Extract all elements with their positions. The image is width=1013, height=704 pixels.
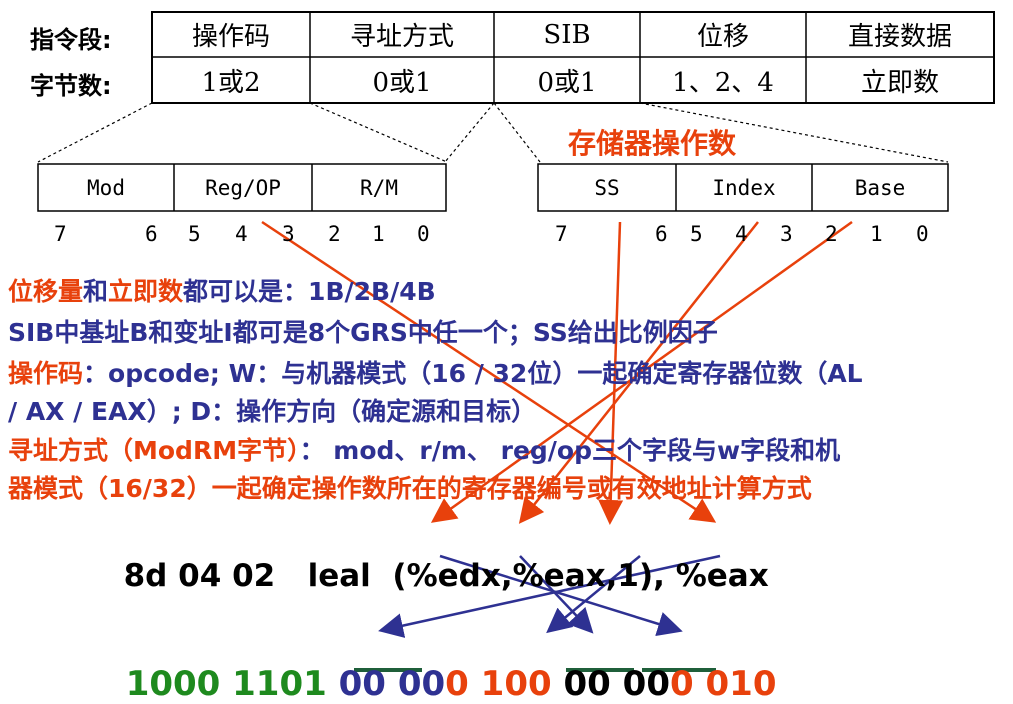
modrm-bit: 2 [328, 222, 341, 246]
bytes-immediate: 立即数 [860, 67, 939, 98]
modrm-bit: 0 [417, 222, 430, 246]
note-sizes: 都可以是：1B/2B/4B [183, 277, 436, 306]
note-modrm: 寻址方式（ModRM字节） [8, 436, 300, 465]
note-immediate: 立即数 [108, 277, 184, 306]
modrm-rm: R/M [360, 175, 398, 200]
note-opcode: 操作码 [8, 359, 84, 388]
binary-reg-high: 00 [397, 664, 446, 704]
binary-ss: 00 [563, 664, 611, 704]
sib-bit: 4 [735, 222, 748, 246]
sib-ss: SS [594, 175, 620, 200]
sib-bit: 3 [780, 222, 793, 246]
bytes-sib: 0或1 [537, 67, 597, 98]
note-line-1: 位移量和立即数都可以是：1B/2B/4B [8, 272, 436, 308]
sib-bit: 5 [690, 222, 703, 246]
note-line-2: SIB中基址B和变址I都可是8个GRS中任一个；SS给出比例因子 [8, 318, 718, 347]
binary-mod: 00 [338, 664, 386, 704]
sib-bit: 6 [655, 222, 668, 246]
binary-reg-low: 0 [445, 664, 469, 704]
field-sib: SIB [543, 19, 591, 50]
sib-bit: 2 [825, 222, 838, 246]
note-modrm-desc: ： mod、r/m、 reg/op三个字段与w字段和机 [299, 436, 841, 465]
note-displacement: 位移量 [8, 277, 84, 306]
example-instruction: 8d 04 02 leal (%edx,%eax,1), %eax [102, 522, 769, 594]
field-opcode: 操作码 [191, 22, 270, 52]
example-mnemonic: leal [307, 558, 371, 594]
sib-bit: 0 [916, 222, 929, 246]
bytes-addressing-mode: 0或1 [372, 67, 432, 98]
sib-title: 存储器操作数 [568, 127, 737, 160]
binary-opcode: 1000 1101 [125, 664, 327, 704]
bytes-displacement: 1、2、4 [672, 67, 774, 98]
modrm-bit: 7 [54, 222, 67, 246]
modrm-bit: 5 [188, 222, 201, 246]
note-line-6: 器模式（16/32）一起确定操作数所在的寄存器编号或有效地址计算方式 [8, 474, 812, 503]
note-line-3: 操作码：opcode; W：与机器模式（16 / 32位）一起确定寄存器位数（A… [8, 354, 863, 390]
example-hex: 8d 04 02 [123, 558, 276, 594]
field-immediate: 直接数据 [847, 22, 952, 52]
modrm-bit: 1 [372, 222, 385, 246]
binary-encoding: 1000 1101 00 000 100 00 000 010 [102, 624, 777, 704]
sib-bit: 7 [555, 222, 568, 246]
sib-index: Index [712, 175, 776, 200]
note-and: 和 [83, 277, 109, 306]
note-line-4: / AX / EAX）; D：操作方向（确定源和目标） [8, 397, 537, 426]
modrm-mod: Mod [87, 175, 125, 200]
binary-index-low: 0 [669, 664, 694, 704]
binary-rm: 100 [480, 664, 552, 704]
note-opcode-desc: ：opcode; W：与机器模式（16 / 32位）一起确定寄存器位数（AL [83, 359, 863, 388]
modrm-bit: 4 [235, 222, 248, 246]
modrm-bit: 6 [145, 222, 158, 246]
sib-bit: 1 [870, 222, 883, 246]
note-line-5: 寻址方式（ModRM字节）： mod、r/m、 reg/op三个字段与w字段和机 [8, 431, 840, 467]
binary-base: 010 [705, 664, 777, 704]
binary-index-high: 00 [622, 664, 670, 704]
sib-base: Base [854, 175, 906, 200]
bytes-opcode: 1或2 [201, 67, 261, 98]
field-addressing-mode: 寻址方式 [349, 22, 454, 52]
field-displacement: 位移 [696, 22, 749, 52]
modrm-bit: 3 [282, 222, 295, 246]
modrm-reg-op: Reg/OP [205, 175, 281, 200]
example-operands: (%edx,%eax,1), %eax [392, 558, 769, 594]
